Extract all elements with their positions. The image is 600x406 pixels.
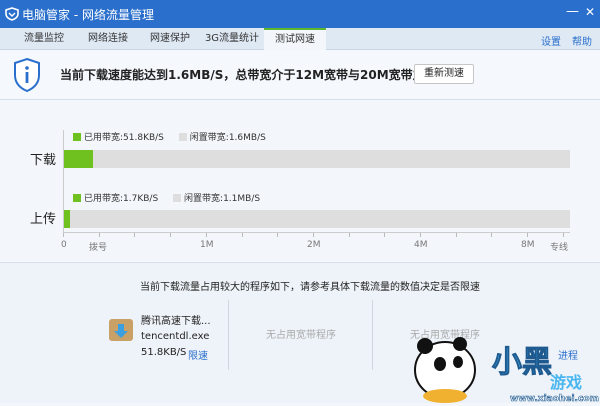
- program-exe: tencentdl.exe: [141, 331, 210, 342]
- idle-swatch: [178, 133, 187, 141]
- upload-label: 上传: [30, 212, 57, 227]
- used-swatch: [73, 133, 81, 141]
- axis-tick: [312, 233, 314, 237]
- axis-tick: [491, 233, 493, 237]
- axis-tick: [170, 233, 172, 237]
- axis-tick: [384, 233, 386, 237]
- title-bar: 电脑管家 - 网络流量管理 — ✕: [0, 0, 600, 28]
- close-button[interactable]: ✕: [585, 5, 595, 19]
- axis-tick: [348, 233, 350, 237]
- idle-swatch: [173, 194, 182, 202]
- axis-tick: [562, 233, 564, 237]
- upload-idle-text: 闲置带宽:1.1MB/S: [184, 194, 261, 204]
- minimize-button[interactable]: —: [566, 4, 579, 19]
- axis-label: 专线: [550, 243, 569, 253]
- download-used-fill: [64, 150, 94, 168]
- axis-tick: [241, 233, 243, 237]
- result-banner: 当前下载速度能达到1.6MB/S，总带宽介于12M宽带与20M宽带之间 重新测速: [0, 50, 600, 100]
- download-legend: 已用带宽:51.8KB/S 闲置带宽:1.6MB/S: [73, 130, 266, 143]
- program-name: 腾讯高速下载...: [141, 316, 211, 327]
- tab-speed-protection[interactable]: 网速保护: [140, 28, 200, 50]
- axis-tick: [420, 233, 421, 237]
- axis-tick: [277, 233, 279, 237]
- svg-text:小黑: 小黑: [492, 345, 552, 380]
- download-app-icon: [109, 319, 133, 341]
- axis-tick: [455, 233, 457, 237]
- programs-intro: 当前下载流量占用较大的程序如下，请参考具体下载流量的数值决定是否限速: [140, 282, 480, 293]
- download-bar: [64, 150, 570, 168]
- panda-watermark-icon: 小黑 游戏 www.xiaohei.com: [414, 337, 599, 404]
- axis-label: 拨号: [89, 243, 108, 253]
- axis-tick: [63, 233, 64, 237]
- settings-link[interactable]: 设置: [541, 33, 561, 48]
- upload-bar: [64, 210, 570, 228]
- retest-button[interactable]: 重新测速: [414, 64, 474, 84]
- axis-tick: [134, 233, 136, 237]
- used-swatch: [73, 194, 81, 202]
- upload-used-text: 已用带宽:1.7KB/S: [84, 194, 159, 204]
- download-label: 下载: [30, 153, 57, 168]
- tab-3g-stats[interactable]: 3G流量统计: [200, 28, 264, 50]
- watermark-logo: 小黑 游戏 www.xiaohei.com: [400, 330, 600, 404]
- axis-tick: [98, 233, 100, 237]
- tab-bar: 流量监控 网络连接 网速保护 3G流量统计 测试网速 设置 帮助: [0, 28, 600, 50]
- axis-label: 0: [61, 240, 67, 250]
- axis-tick: [527, 233, 529, 237]
- limit-speed-link[interactable]: 限速: [188, 347, 208, 362]
- upload-used-fill: [64, 210, 71, 228]
- divider: [372, 300, 373, 370]
- axis-label: 4M: [414, 240, 428, 250]
- divider: [228, 300, 229, 370]
- svg-text:游戏: 游戏: [550, 373, 582, 392]
- axis-line: [63, 232, 570, 233]
- upload-legend: 已用带宽:1.7KB/S 闲置带宽:1.1MB/S: [73, 191, 260, 204]
- axis-label: 2M: [307, 240, 321, 250]
- axis-tick: [205, 233, 207, 237]
- tab-traffic-monitor[interactable]: 流量监控: [12, 28, 76, 50]
- tab-network-connections[interactable]: 网络连接: [76, 28, 140, 50]
- speed-result-text: 当前下载速度能达到1.6MB/S，总带宽介于12M宽带与20M宽带之间: [60, 68, 437, 82]
- tab-speed-test[interactable]: 测试网速: [264, 28, 326, 50]
- download-idle-text: 闲置带宽:1.6MB/S: [189, 133, 266, 143]
- download-used-text: 已用带宽:51.8KB/S: [84, 133, 164, 143]
- axis-label: 1M: [200, 240, 214, 250]
- axis-label: 8M: [521, 240, 535, 250]
- shield-logo-icon: [5, 7, 19, 21]
- window-title: 电脑管家 - 网络流量管理: [22, 8, 154, 22]
- empty-slot-text: 无占用宽带程序: [266, 330, 336, 341]
- info-shield-icon: [14, 57, 40, 93]
- program-speed: 51.8KB/S: [141, 347, 187, 358]
- help-link[interactable]: 帮助: [572, 33, 592, 48]
- svg-text:www.xiaohei.com: www.xiaohei.com: [510, 394, 599, 403]
